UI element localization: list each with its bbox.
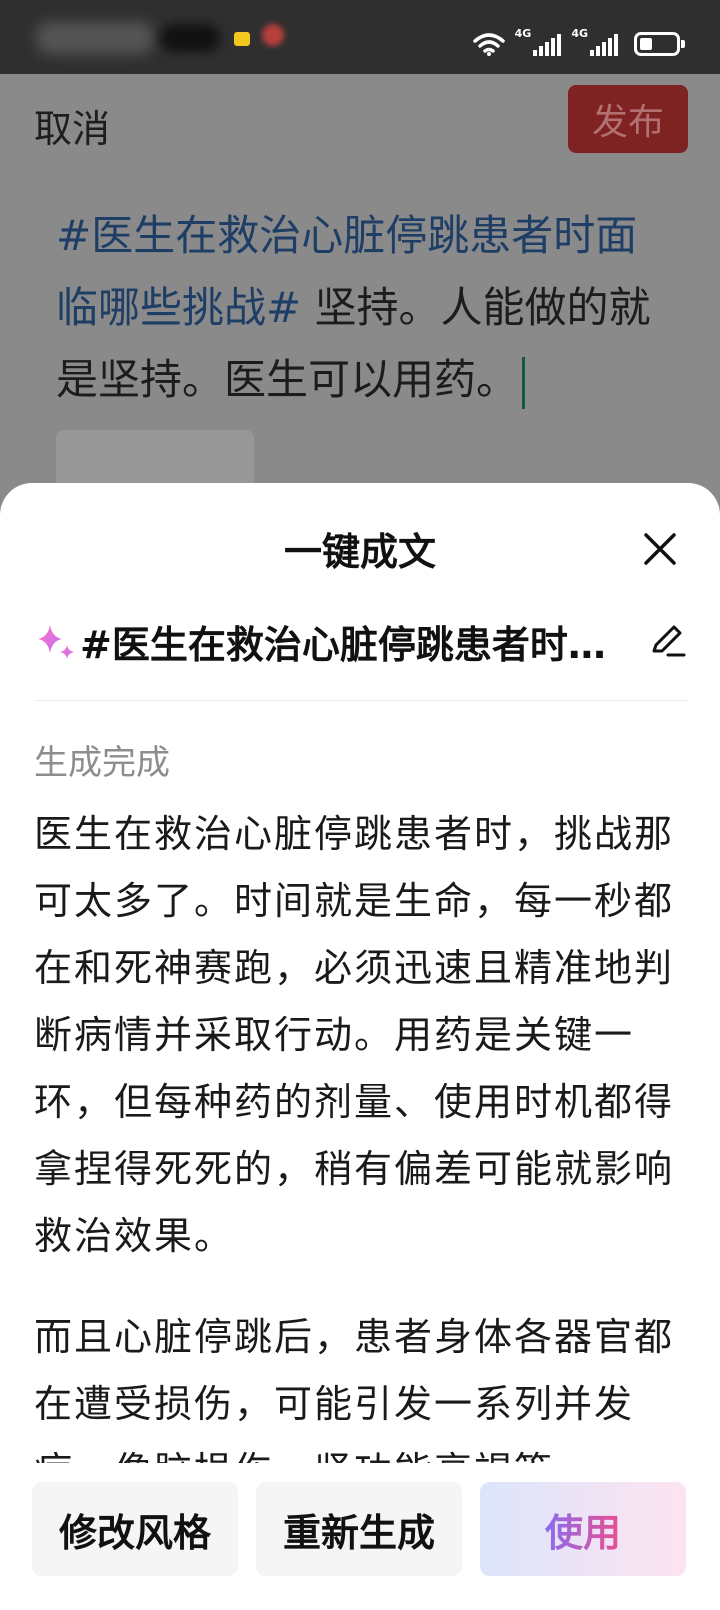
image-placeholder — [56, 430, 254, 490]
divider — [34, 700, 688, 701]
regenerate-button[interactable]: 重新生成 — [256, 1482, 462, 1576]
modify-style-button[interactable]: 修改风格 — [32, 1482, 238, 1576]
close-icon[interactable] — [638, 527, 682, 571]
edit-icon[interactable] — [648, 621, 688, 661]
blurred-notification-icons — [36, 22, 154, 54]
status-icons: 4G 4G — [472, 26, 685, 56]
signal-icon: 4G — [571, 28, 618, 56]
action-bar: 修改风格 重新生成 使用 — [0, 1463, 720, 1610]
article-paragraph: 而且心脏停跳后，患者身体各器官都在遭受损伤，可能引发一系列并发症，像脑损伤、肾功… — [34, 1315, 675, 1466]
article-paragraph: 医生在救治心脏停跳患者时，挑战那可太多了。时间就是生命，每一秒都在和死神赛跑，必… — [34, 812, 675, 1258]
notification-icon — [262, 24, 284, 46]
status-bar: 4G 4G — [0, 0, 720, 74]
text-caret — [522, 356, 526, 409]
blurred-notification-icon — [160, 24, 220, 52]
prompt-text: #医生在救治心脏停跳患者时面临哪些挑战# 坚持。人能做的就是坚持。医生可以用药。 — [80, 622, 640, 667]
cancel-button[interactable]: 取消 — [34, 98, 110, 153]
prompt-row[interactable]: #医生在救治心脏停跳患者时面临哪些挑战# 坚持。人能做的就是坚持。医生可以用药。 — [34, 613, 688, 669]
ai-compose-sheet: 一键成文 #医生在救治心脏停跳患者时面临哪些挑战# 坚持。人能做的就是坚持。医生… — [0, 483, 720, 1610]
post-editor[interactable]: #医生在救治心脏停跳患者时面临哪些挑战# 坚持。人能做的就是坚持。医生可以用药。 — [56, 200, 676, 416]
generation-status: 生成完成 — [34, 743, 170, 783]
publish-button[interactable]: 发布 — [568, 85, 688, 153]
use-button[interactable]: 使用 — [480, 1482, 686, 1576]
wifi-icon — [472, 33, 505, 56]
sparkle-icon — [38, 625, 74, 659]
sheet-title: 一键成文 — [283, 530, 436, 574]
notification-icon — [234, 32, 250, 46]
network-type-label: 4G — [514, 27, 532, 40]
network-type-label: 4G — [571, 27, 588, 40]
use-button-label: 使用 — [545, 1502, 621, 1557]
generated-article: 医生在救治心脏停跳患者时，挑战那可太多了。时间就是生命，每一秒都在和死神赛跑，必… — [34, 801, 694, 1466]
battery-level — [640, 38, 652, 50]
signal-icon: 4G — [515, 28, 562, 56]
battery-icon — [634, 32, 685, 56]
